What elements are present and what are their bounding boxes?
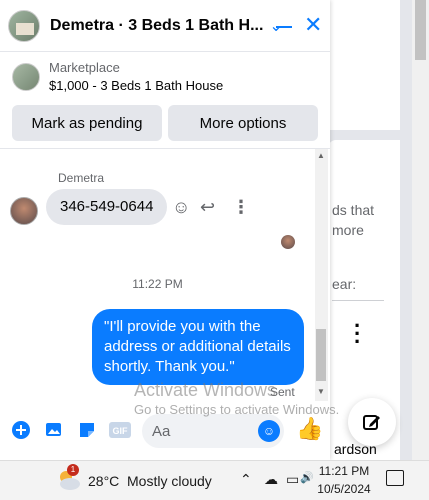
more-options-button[interactable]: More options bbox=[168, 105, 318, 141]
background-text: more bbox=[332, 222, 364, 238]
react-emoji-icon[interactable]: ☺ bbox=[172, 197, 190, 218]
scroll-up-icon[interactable]: ▲ bbox=[317, 151, 325, 160]
battery-icon[interactable]: ▭ bbox=[286, 471, 299, 488]
more-icon[interactable]: ⋮ bbox=[232, 197, 250, 218]
more-options-icon[interactable]: · · · bbox=[354, 315, 361, 353]
weather-badge: 1 bbox=[67, 464, 79, 476]
background-text: ds that bbox=[332, 202, 375, 218]
weather-condition[interactable]: Mostly cloudy bbox=[127, 473, 212, 489]
seen-avatar bbox=[281, 235, 295, 249]
chevron-up-icon[interactable]: ⌃ bbox=[240, 471, 252, 488]
close-icon[interactable]: ✕ bbox=[304, 14, 322, 36]
photo-icon[interactable] bbox=[43, 419, 65, 441]
svg-text:GIF: GIF bbox=[113, 426, 129, 436]
activation-watermark-title: Activate Windows bbox=[134, 380, 277, 400]
chat-avatar[interactable] bbox=[8, 9, 40, 42]
clock-date[interactable]: 10/5/2024 bbox=[310, 482, 378, 496]
background-text: ear: bbox=[332, 276, 357, 292]
sticker-icon[interactable] bbox=[76, 419, 98, 441]
notification-icon[interactable] bbox=[386, 470, 404, 486]
listing-title: $1,000 - 3 Beds 1 Bath House bbox=[49, 78, 224, 93]
background-divider bbox=[332, 300, 384, 301]
page-scrollbar[interactable] bbox=[412, 0, 429, 460]
message-list: ▲ ▼ Demetra 346-549-0644 ☺ ↩ ⋮ 11:22 PM … bbox=[0, 148, 330, 401]
outgoing-message[interactable]: "I'll provide you with the address or ad… bbox=[92, 309, 304, 385]
gif-icon[interactable]: GIF bbox=[109, 419, 131, 441]
listing-info[interactable]: Marketplace $1,000 - 3 Beds 1 Bath House bbox=[0, 52, 330, 93]
minimize-icon[interactable] bbox=[276, 26, 292, 28]
page-scrollbar-thumb[interactable] bbox=[415, 0, 426, 60]
activation-watermark-subtitle: Go to Settings to activate Windows. bbox=[134, 402, 340, 417]
chat-title[interactable]: Demetra · 3 Beds 1 Bath H... bbox=[50, 17, 263, 35]
listing-source: Marketplace bbox=[49, 60, 120, 75]
emoji-icon[interactable]: ☺ bbox=[258, 420, 280, 442]
plus-icon[interactable] bbox=[10, 419, 32, 441]
like-icon[interactable]: 👍 bbox=[296, 416, 323, 442]
new-message-button[interactable] bbox=[348, 398, 396, 446]
message-timestamp: 11:22 PM bbox=[132, 277, 183, 291]
taskbar: 1 28°C Mostly cloudy ⌃ ☁ ▭ 🔊 11:21 PM 10… bbox=[0, 460, 429, 500]
background-card-top bbox=[328, 0, 400, 130]
weather-temperature[interactable]: 28°C bbox=[88, 473, 119, 489]
listing-thumbnail bbox=[12, 62, 40, 91]
sender-name: Demetra bbox=[58, 171, 105, 185]
message-input-wrapper: ☺ bbox=[142, 414, 284, 448]
message-input[interactable] bbox=[152, 414, 256, 448]
cloud-icon[interactable]: ☁ bbox=[264, 471, 278, 488]
message-scrollbar-thumb[interactable] bbox=[316, 329, 326, 381]
incoming-message[interactable]: 346-549-0644 bbox=[46, 189, 168, 225]
sender-avatar[interactable] bbox=[10, 197, 38, 225]
listing-actions: Mark as pending More options bbox=[0, 93, 330, 141]
compose-icon bbox=[363, 415, 380, 430]
mark-pending-button[interactable]: Mark as pending bbox=[12, 105, 162, 141]
clock-time[interactable]: 11:21 PM bbox=[314, 464, 374, 478]
scroll-down-icon[interactable]: ▼ bbox=[317, 387, 325, 396]
reply-icon[interactable]: ↩ bbox=[200, 197, 215, 218]
